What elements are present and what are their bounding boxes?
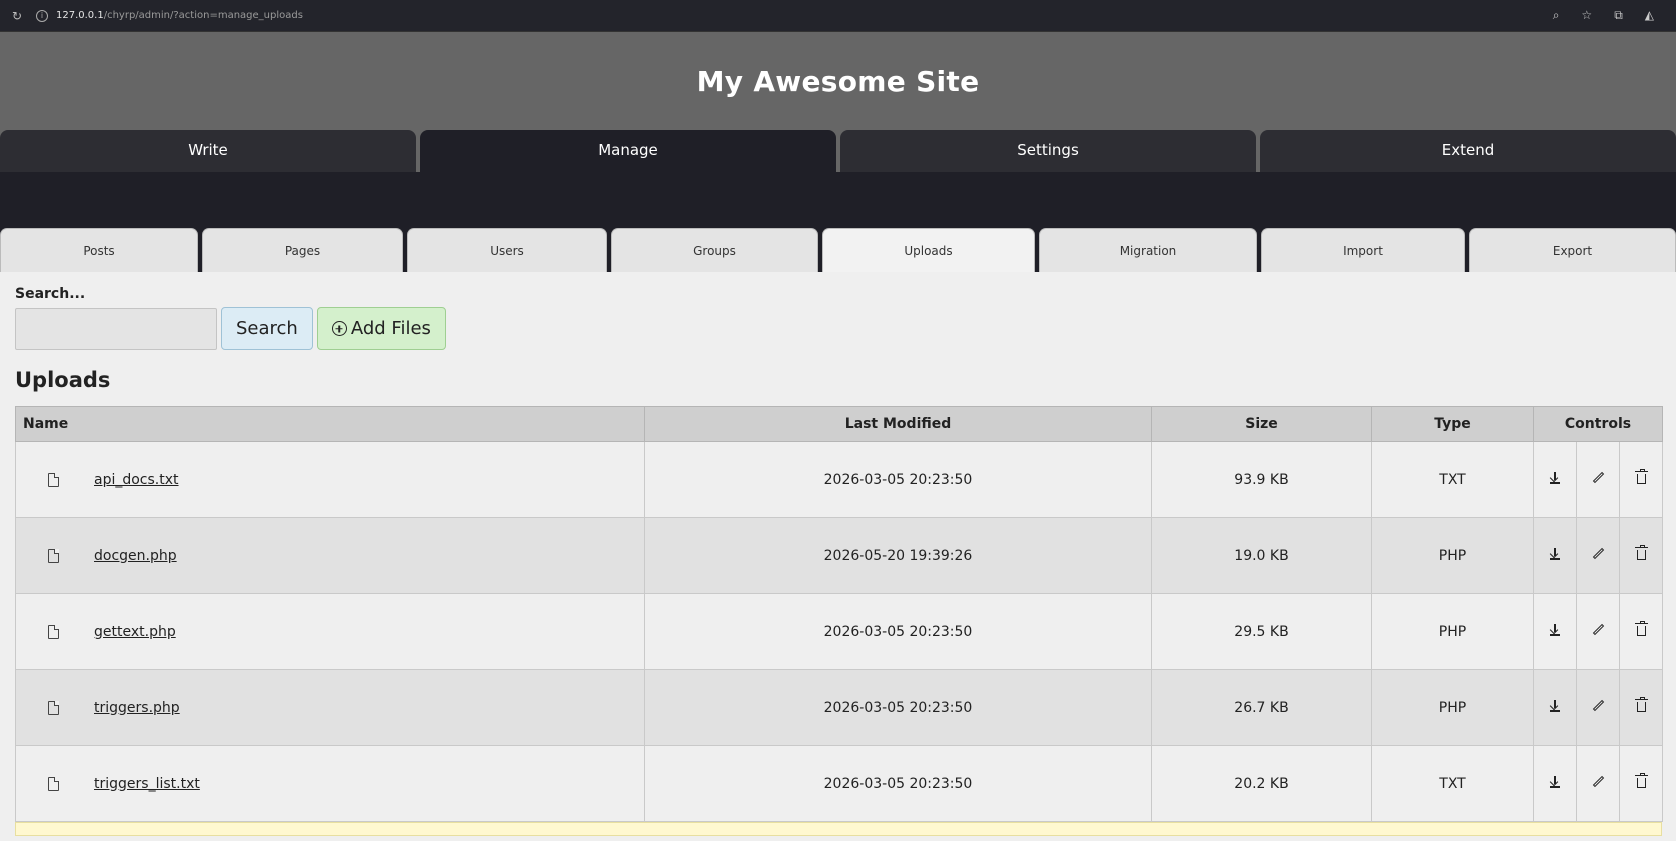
sub-tab-groups[interactable]: Groups	[611, 228, 818, 272]
site-info-icon[interactable]: i	[36, 9, 48, 22]
sidebar-icon[interactable]: ◭	[1645, 8, 1654, 23]
edit-pencil-icon[interactable]	[1592, 623, 1604, 636]
url-host: 127.0.0.1	[56, 10, 104, 21]
sub-tab-export[interactable]: Export	[1469, 228, 1676, 272]
search-input[interactable]	[15, 307, 217, 350]
search-button-label: Search	[236, 318, 298, 339]
size-cell: 26.7 KB	[1151, 669, 1372, 746]
modified-cell: 2026-05-20 19:39:26	[644, 517, 1152, 594]
file-link[interactable]: api_docs.txt	[94, 472, 179, 488]
file-link[interactable]: triggers_list.txt	[94, 776, 200, 792]
site-header: My Awesome Site	[0, 32, 1676, 132]
table-row: gettext.php 2026-03-05 20:23:50 29.5 KB …	[15, 593, 1663, 670]
size-cell: 29.5 KB	[1151, 593, 1372, 670]
delete-trash-icon[interactable]	[1634, 545, 1648, 560]
uploads-table: Name Last Modified Size Type Controls ap…	[15, 406, 1663, 822]
extensions-icon[interactable]: ⧉	[1614, 8, 1623, 23]
modified-cell: 2026-03-05 20:23:50	[644, 669, 1152, 746]
table-row: api_docs.txt 2026-03-05 20:23:50 93.9 KB…	[15, 441, 1663, 518]
delete-trash-icon[interactable]	[1634, 697, 1648, 712]
file-icon	[48, 776, 59, 791]
file-link[interactable]: gettext.php	[94, 624, 176, 640]
search-button[interactable]: Search	[221, 307, 313, 350]
type-cell: TXT	[1371, 441, 1534, 518]
type-cell: TXT	[1371, 745, 1534, 822]
file-icon	[48, 700, 59, 715]
edit-pencil-icon[interactable]	[1592, 471, 1604, 484]
modified-cell: 2026-03-05 20:23:50	[644, 745, 1152, 822]
main-tab-extend[interactable]: Extend	[1260, 130, 1676, 172]
add-files-button[interactable]: Add Files	[316, 307, 446, 350]
edit-pencil-icon[interactable]	[1592, 775, 1604, 788]
modified-cell: 2026-03-05 20:23:50	[644, 593, 1152, 670]
search-label: Search...	[15, 286, 86, 302]
zoom-icon[interactable]: ⌕	[1553, 8, 1560, 23]
main-tab-manage[interactable]: Manage	[420, 130, 836, 172]
main-content: Search... Search Add Files Uploads Name …	[0, 272, 1676, 841]
reload-icon[interactable]: ↻	[8, 9, 26, 23]
site-title[interactable]: My Awesome Site	[0, 32, 1676, 132]
delete-trash-icon[interactable]	[1634, 773, 1648, 788]
size-cell: 93.9 KB	[1151, 441, 1372, 518]
sub-tab-migration[interactable]: Migration	[1039, 228, 1257, 272]
delete-trash-icon[interactable]	[1634, 469, 1648, 484]
table-header-row: Name Last Modified Size Type Controls	[15, 406, 1663, 442]
column-header-type: Type	[1371, 406, 1534, 442]
type-cell: PHP	[1371, 669, 1534, 746]
download-icon[interactable]	[1550, 623, 1560, 636]
table-row: triggers.php 2026-03-05 20:23:50 26.7 KB…	[15, 669, 1663, 746]
sub-tab-import[interactable]: Import	[1261, 228, 1465, 272]
delete-trash-icon[interactable]	[1634, 621, 1648, 636]
add-files-label: Add Files	[350, 318, 431, 339]
browser-toolbar: ↻ i 127.0.0.1 /chyrp/admin/?action=manag…	[0, 0, 1676, 32]
bookmark-star-icon[interactable]: ☆	[1581, 8, 1592, 23]
main-tab-settings[interactable]: Settings	[840, 130, 1256, 172]
file-link[interactable]: triggers.php	[94, 700, 180, 716]
edit-pencil-icon[interactable]	[1592, 547, 1604, 560]
sub-tab-posts[interactable]: Posts	[0, 228, 198, 272]
column-header-controls: Controls	[1533, 406, 1663, 442]
sub-tab-uploads[interactable]: Uploads	[822, 228, 1035, 272]
main-nav: Write Manage Settings Extend	[0, 130, 1676, 172]
column-header-name: Name	[15, 406, 645, 442]
edit-pencil-icon[interactable]	[1592, 699, 1604, 712]
main-tab-write[interactable]: Write	[0, 130, 416, 172]
notice-strip	[15, 822, 1662, 836]
type-cell: PHP	[1371, 517, 1534, 594]
sub-tab-users[interactable]: Users	[407, 228, 607, 272]
add-circle-icon	[331, 321, 347, 336]
search-row: Search Add Files	[15, 307, 1661, 350]
column-header-size: Size	[1151, 406, 1372, 442]
file-icon	[48, 624, 59, 639]
download-icon[interactable]	[1550, 775, 1560, 788]
sub-tab-pages[interactable]: Pages	[202, 228, 403, 272]
download-icon[interactable]	[1550, 547, 1560, 560]
sub-nav: Posts Pages Users Groups Uploads Migrati…	[0, 228, 1676, 272]
file-link[interactable]: docgen.php	[94, 548, 177, 564]
table-row: triggers_list.txt 2026-03-05 20:23:50 20…	[15, 745, 1663, 822]
nav-spacer	[0, 172, 1676, 228]
type-cell: PHP	[1371, 593, 1534, 670]
uploads-title: Uploads	[15, 368, 111, 392]
file-icon	[48, 472, 59, 487]
file-icon	[48, 548, 59, 563]
table-row: docgen.php 2026-05-20 19:39:26 19.0 KB P…	[15, 517, 1663, 594]
modified-cell: 2026-03-05 20:23:50	[644, 441, 1152, 518]
column-header-modified: Last Modified	[644, 406, 1152, 442]
address-bar[interactable]: i 127.0.0.1 /chyrp/admin/?action=manage_…	[36, 9, 303, 22]
size-cell: 19.0 KB	[1151, 517, 1372, 594]
url-path: /chyrp/admin/?action=manage_uploads	[103, 10, 303, 21]
size-cell: 20.2 KB	[1151, 745, 1372, 822]
download-icon[interactable]	[1550, 471, 1560, 484]
download-icon[interactable]	[1550, 699, 1560, 712]
